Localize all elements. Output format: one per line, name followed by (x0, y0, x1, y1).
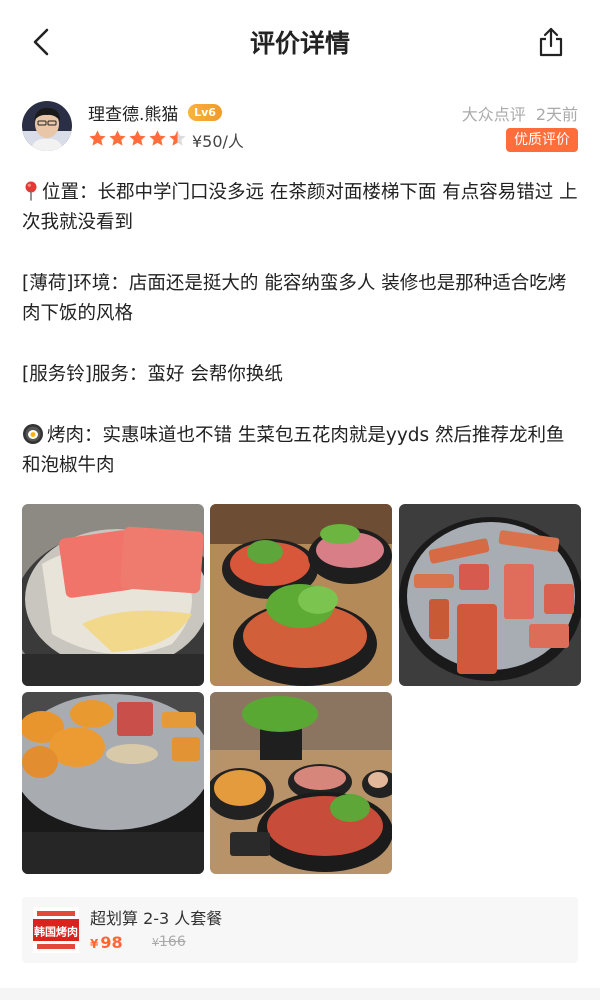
deal-price: ¥98 (90, 933, 123, 952)
deal-thumb-text: 韩国烤肉 (34, 925, 78, 939)
pin-icon (25, 181, 37, 201)
avatar[interactable] (22, 101, 72, 151)
half-star-icon (169, 130, 186, 146)
star-icon (129, 130, 146, 146)
star-rating (88, 129, 188, 149)
deal-price-value: 98 (100, 933, 123, 952)
review-paragraph: 位置：长郡中学门口没多远 在茶颜对面楼梯下面 有点容易错过 上次我就没看到 (22, 178, 582, 238)
star-icon (89, 130, 106, 146)
per-person-price: ¥50/人 (192, 132, 244, 151)
share-icon[interactable] (536, 26, 566, 58)
deal-thumbnail: 韩国烤肉 (33, 907, 79, 953)
deal-card[interactable]: 韩国烤肉 超划算 2-3 人套餐 ¥98 ¥166 (22, 897, 578, 963)
review-photo[interactable] (210, 692, 392, 874)
review-source: 大众点评 (461, 105, 526, 124)
review-location-text: 位置：长郡中学门口没多远 在茶颜对面楼梯下面 有点容易错过 上次我就没看到 (22, 182, 578, 233)
star-icon (109, 130, 126, 146)
review-photo[interactable] (210, 504, 392, 686)
deal-title: 超划算 2-3 人套餐 (90, 909, 223, 928)
review-meta: 大众点评 2天前 (462, 101, 578, 125)
review-environment-text: [薄荷]环境：店面还是挺大的 能容纳蛮多人 装修也是那种适合吃烤肉下饭的风格 (22, 273, 567, 324)
review-time: 2天前 (535, 105, 578, 124)
quality-review-badge: 优质评价 (506, 128, 578, 152)
deal-currency: ¥ (90, 937, 99, 951)
deal-original-price: ¥166 (152, 934, 186, 950)
deal-original-currency: ¥ (152, 936, 159, 949)
review-paragraph: [服务铃]服务：蛮好 会帮你换纸 (22, 360, 582, 390)
review-photo[interactable] (22, 692, 204, 874)
bottom-divider (0, 988, 600, 1000)
review-paragraph: 烤肉：实惠味道也不错 生菜包五花肉就是yyds 然后推荐龙利鱼和泡椒牛肉 (22, 421, 582, 481)
frying-pan-icon (23, 424, 43, 444)
review-bbq-text: 烤肉：实惠味道也不错 生菜包五花肉就是yyds 然后推荐龙利鱼和泡椒牛肉 (22, 425, 565, 476)
level-badge: Lv6 (188, 104, 222, 121)
review-photo[interactable] (399, 504, 581, 686)
review-paragraph: [薄荷]环境：店面还是挺大的 能容纳蛮多人 装修也是那种适合吃烤肉下饭的风格 (22, 269, 582, 329)
star-icon (149, 130, 166, 146)
page-title: 评价详情 (249, 29, 350, 58)
review-photo[interactable] (22, 504, 204, 686)
review-service-text: [服务铃]服务：蛮好 会帮你换纸 (22, 364, 283, 385)
username[interactable]: 理查德.熊猫 (88, 100, 178, 125)
deal-original-price-value: 166 (159, 934, 186, 950)
review-body: 位置：长郡中学门口没多远 在茶颜对面楼梯下面 有点容易错过 上次我就没看到 [薄… (22, 178, 582, 481)
nav-bar: 评价详情 (0, 0, 600, 84)
